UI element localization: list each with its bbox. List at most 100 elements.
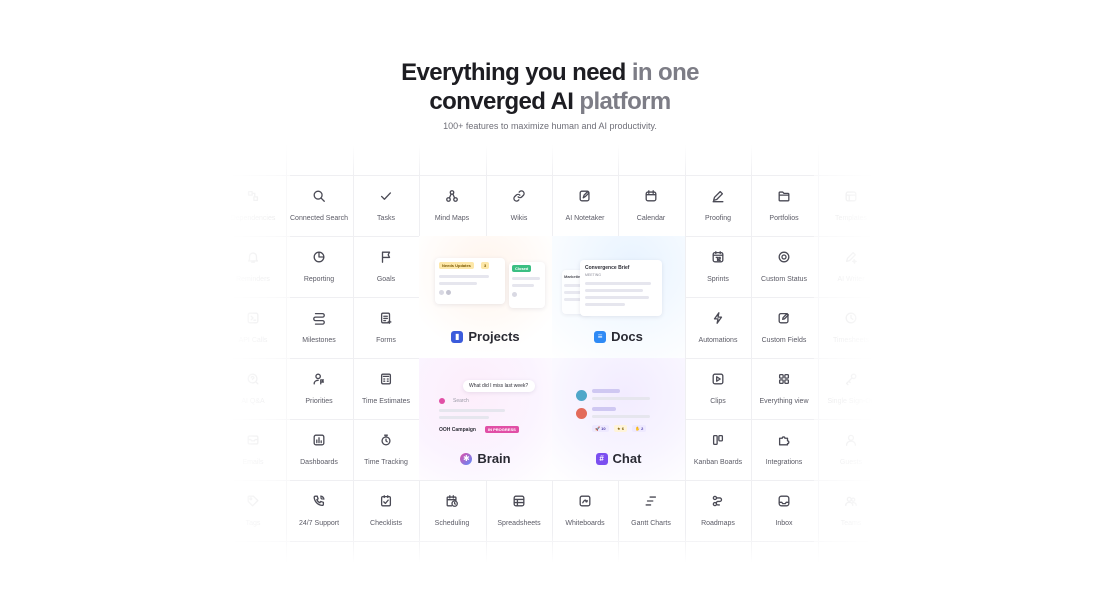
chat-label: Chat: [612, 451, 642, 466]
chat-reaction-rocket[interactable]: 🚀 10: [592, 425, 609, 432]
chat-reaction-count: 2: [641, 426, 644, 431]
feature-label: API Calls: [238, 336, 268, 344]
product-docs[interactable]: Marketing Convergence Brief MEETING ≡ Do…: [552, 236, 685, 358]
feature-forms[interactable]: Forms: [353, 297, 419, 358]
feature-label: Portfolios: [769, 214, 799, 222]
form-icon: [379, 311, 393, 330]
link-icon: [512, 189, 526, 208]
feature-label: Forms: [376, 336, 396, 344]
feature-support[interactable]: 24/7 Support: [286, 480, 352, 541]
bell-icon: [246, 250, 260, 269]
pie-chart-icon: [312, 250, 326, 269]
placeholder-line: [439, 409, 505, 412]
feature-time-tracking[interactable]: Time Tracking: [353, 419, 419, 480]
product-chat[interactable]: 🚀 10 ★ 6 ✋ 2 # Chat: [552, 358, 685, 480]
feature-priorities[interactable]: Priorities: [286, 358, 352, 419]
feature-goals[interactable]: Goals: [353, 236, 419, 297]
feature-single-sign-on[interactable]: Single Sign-On: [818, 358, 884, 419]
feature-calendar[interactable]: Calendar: [618, 175, 684, 236]
feature-label: AI Notetaker: [565, 214, 605, 222]
feature-label: Single Sign-On: [827, 397, 875, 405]
feature-reminders[interactable]: Reminders: [220, 236, 286, 297]
feature-emails[interactable]: Emails: [220, 419, 286, 480]
feature-kanban-boards[interactable]: Kanban Boards: [685, 419, 751, 480]
feature-wikis[interactable]: Wikis: [486, 175, 552, 236]
projects-preview-card-2: Closed: [509, 262, 545, 308]
feature-time-estimates[interactable]: Time Estimates: [353, 358, 419, 419]
projects-chip-needs-updates: Needs Updates: [439, 262, 474, 269]
feature-scheduling[interactable]: Scheduling: [419, 480, 485, 541]
feature-label: Checklists: [370, 519, 402, 527]
user-icon: [844, 433, 858, 452]
team-icon: [844, 494, 858, 513]
feature-roadmaps[interactable]: Roadmaps: [685, 480, 751, 541]
hero-subtitle: 100+ features to maximize human and AI p…: [443, 121, 657, 131]
checklist-icon: [379, 494, 393, 513]
feature-everything-view[interactable]: Everything view: [751, 358, 817, 419]
brain-question: What did I miss last week?: [469, 383, 529, 389]
feature-ai-qa[interactable]: AI Q&A: [220, 358, 286, 419]
feature-label: Goals: [376, 275, 396, 283]
feature-teams[interactable]: Teams: [818, 480, 884, 541]
chat-reaction-hands[interactable]: ✋ 2: [632, 425, 647, 432]
feature-dependencies[interactable]: Dependencies: [220, 175, 286, 236]
feature-label: Reporting: [303, 275, 335, 283]
feature-integrations[interactable]: Integrations: [751, 419, 817, 480]
docs-meta: MEETING: [585, 273, 601, 277]
feature-inbox[interactable]: Inbox: [751, 480, 817, 541]
projects-label: Projects: [468, 329, 520, 344]
feature-milestones[interactable]: Milestones: [286, 297, 352, 358]
feature-label: Connected Search: [290, 214, 348, 222]
feature-label: Inbox: [775, 519, 793, 527]
tag-icon: [246, 494, 260, 513]
feature-dashboards[interactable]: Dashboards: [286, 419, 352, 480]
calculator-icon: [379, 372, 393, 391]
roadmap-icon: [711, 494, 725, 513]
feature-label: Custom Status: [761, 275, 807, 283]
feature-reporting[interactable]: Reporting: [286, 236, 352, 297]
product-brain[interactable]: What did I miss last week? Search OOH Ca…: [419, 358, 552, 480]
feature-portfolios[interactable]: Portfolios: [751, 175, 817, 236]
feature-custom-fields[interactable]: Custom Fields: [751, 297, 817, 358]
feature-gantt-charts[interactable]: Gantt Charts: [618, 480, 684, 541]
inbox-icon: [777, 494, 791, 513]
feature-checklists[interactable]: Checklists: [353, 480, 419, 541]
projects-logo-icon: ▮: [451, 330, 464, 343]
schedule-icon: [445, 494, 459, 513]
feature-guests[interactable]: Guests: [818, 419, 884, 480]
feature-label: Dashboards: [300, 458, 338, 466]
feature-automations[interactable]: Automations: [685, 297, 751, 358]
hero-title-line1-dark: Everything you need: [401, 59, 626, 86]
feature-mind-maps[interactable]: Mind Maps: [419, 175, 485, 236]
notetaker-icon: [578, 189, 592, 208]
chat-reaction-count: 10: [601, 426, 606, 431]
avatar: [439, 290, 444, 295]
projects-preview-card: Needs Updates 3: [435, 258, 505, 304]
key-icon: [844, 372, 858, 391]
feature-spreadsheets[interactable]: Spreadsheets: [486, 480, 552, 541]
product-projects[interactable]: Needs Updates 3 Closed ▮ Projects: [419, 236, 552, 358]
feature-connected-search[interactable]: Connected Search: [286, 175, 352, 236]
chat-avatar: [576, 408, 587, 419]
feature-tags[interactable]: Tags: [220, 480, 286, 541]
feature-custom-status[interactable]: Custom Status: [751, 236, 817, 297]
feature-label: 24/7 Support: [298, 519, 340, 527]
feature-ai-notetaker[interactable]: AI Notetaker: [552, 175, 618, 236]
feature-whiteboards[interactable]: Whiteboards: [552, 480, 618, 541]
edit-field-icon: [777, 311, 791, 330]
feature-api-calls[interactable]: API Calls: [220, 297, 286, 358]
brain-label: Brain: [477, 451, 511, 466]
feature-label: Dependencies: [230, 214, 276, 222]
brain-spark-icon: [439, 398, 445, 404]
feature-templates[interactable]: Templates: [818, 175, 884, 236]
feature-timesheets[interactable]: Timesheets: [818, 297, 884, 358]
feature-ai-writer[interactable]: AI Writer: [818, 236, 884, 297]
grid-divider: [220, 541, 884, 542]
feature-proofing[interactable]: Proofing: [685, 175, 751, 236]
feature-sprints[interactable]: Sprints: [685, 236, 751, 297]
feature-label: Automations: [698, 336, 738, 344]
feature-clips[interactable]: Clips: [685, 358, 751, 419]
chat-reaction-star[interactable]: ★ 6: [614, 425, 627, 432]
feature-label: Tasks: [377, 214, 395, 222]
feature-tasks[interactable]: Tasks: [353, 175, 419, 236]
